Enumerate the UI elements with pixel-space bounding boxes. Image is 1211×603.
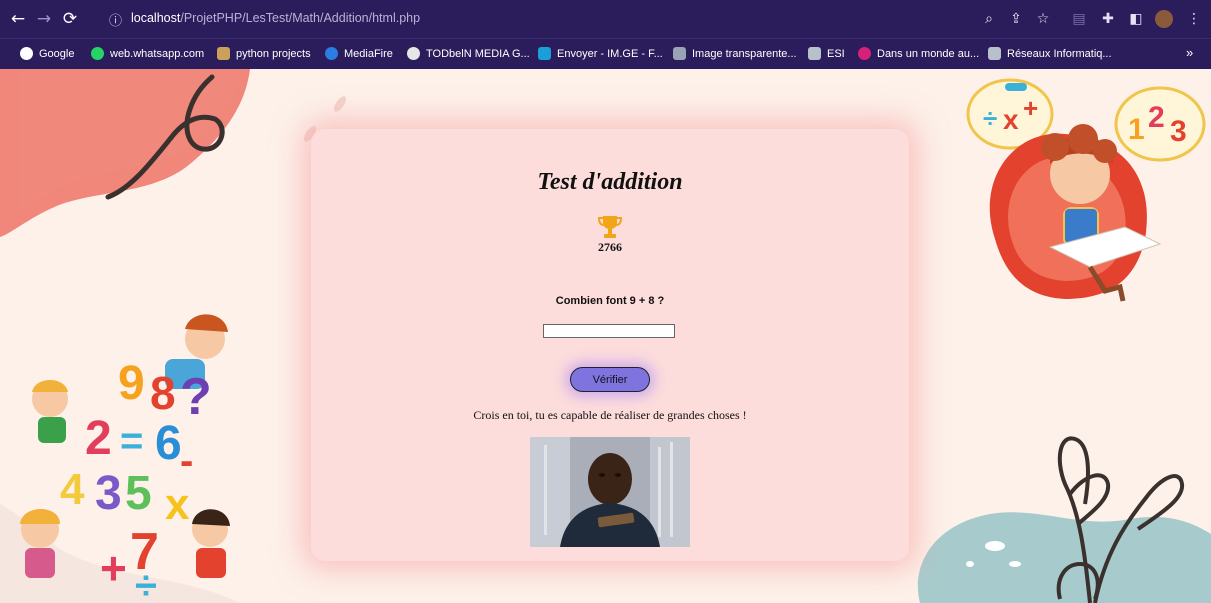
answer-input[interactable] [543,324,675,338]
puzzle-icon[interactable]: ✚ [1099,10,1117,28]
star-icon[interactable]: ☆ [1034,10,1052,28]
svg-text:5: 5 [125,467,152,520]
svg-text:÷: ÷ [135,564,157,603]
bookmark-dans-un-monde[interactable]: Dans un monde au... [858,47,979,60]
svg-text:+: + [100,542,127,594]
bookmark-esi[interactable]: ESI [808,47,845,60]
svg-text:+: + [1023,93,1038,123]
svg-text:=: = [120,419,143,463]
menu-icon[interactable]: ⋮ [1185,10,1203,28]
score-value: 2766 [598,240,622,254]
page-background: 9 8 ? 2 = 6 - 4 3 5 x 7 + ÷ ÷ x + 1 2 3 [0,69,1211,603]
sidepanel-icon[interactable]: ◧ [1127,10,1145,28]
browser-toolbar: ← → ⟳ ⓘ localhost/ProjetPHP/LesTest/Math… [0,0,1211,38]
bookmark-google[interactable]: Google [20,47,74,60]
bookmark-image-transparente[interactable]: Image transparente... [673,47,797,60]
svg-text:2: 2 [85,412,112,465]
decor-blob-bottomright [917,436,1211,603]
bookmark-reseaux[interactable]: Réseaux Informatiq... [988,47,1112,60]
svg-text:-: - [180,439,193,483]
svg-text:3: 3 [1170,115,1187,148]
svg-text:÷: ÷ [983,103,997,133]
encouragement-message: Crois en toi, tu es capable de réaliser … [473,408,747,422]
svg-text:x: x [1003,104,1019,135]
kids-numbers-illustration: 9 8 ? 2 = 6 - 4 3 5 x 7 + ÷ [0,314,240,603]
bookmark-mediafire[interactable]: MediaFire [325,47,393,60]
svg-text:8: 8 [150,367,176,419]
bookmark-todbein[interactable]: TODbelN MEDIA G... [407,47,530,60]
bookmark-python-projects[interactable]: python projects [217,47,311,60]
test-card: Test d'addition 2766 Combien font 9 + 8 … [311,129,909,561]
url-text[interactable]: localhost/ProjetPHP/LesTest/Math/Additio… [131,11,420,25]
decor-blob-topleft [0,69,250,237]
trophy-icon [598,216,622,238]
svg-text:1: 1 [1128,113,1145,146]
reload-icon[interactable]: ⟳ [60,9,80,29]
svg-text:?: ? [180,368,212,426]
page-title: Test d'addition [537,169,683,195]
zoom-icon[interactable]: ⌕ [980,10,998,28]
svg-text:2: 2 [1148,101,1165,134]
site-info-icon[interactable]: ⓘ [109,10,122,29]
svg-text:x: x [165,480,190,529]
extension-icon[interactable]: ▤ [1070,10,1088,28]
boy-reading-illustration: ÷ x + 1 2 3 [966,78,1206,302]
bookmark-whatsapp[interactable]: web.whatsapp.com [91,47,204,60]
svg-text:9: 9 [118,357,145,410]
question-text: Combien font 9 + 8 ? [555,295,665,307]
svg-text:6: 6 [155,417,182,470]
svg-text:3: 3 [95,467,122,520]
profile-avatar[interactable]: ● [1155,10,1173,28]
bookmark-imge[interactable]: Envoyer - IM.GE - F... [538,47,663,60]
forward-icon[interactable]: → [34,9,54,29]
svg-text:4: 4 [60,465,85,514]
share-icon[interactable]: ⇪ [1007,10,1025,28]
bookmarks-bar: Google web.whatsapp.com python projects … [0,38,1211,69]
more-bookmarks-icon[interactable]: » [1186,45,1193,60]
verify-button[interactable]: Vérifier [570,367,650,392]
reaction-image [530,437,690,547]
back-icon[interactable]: ← [8,9,28,29]
